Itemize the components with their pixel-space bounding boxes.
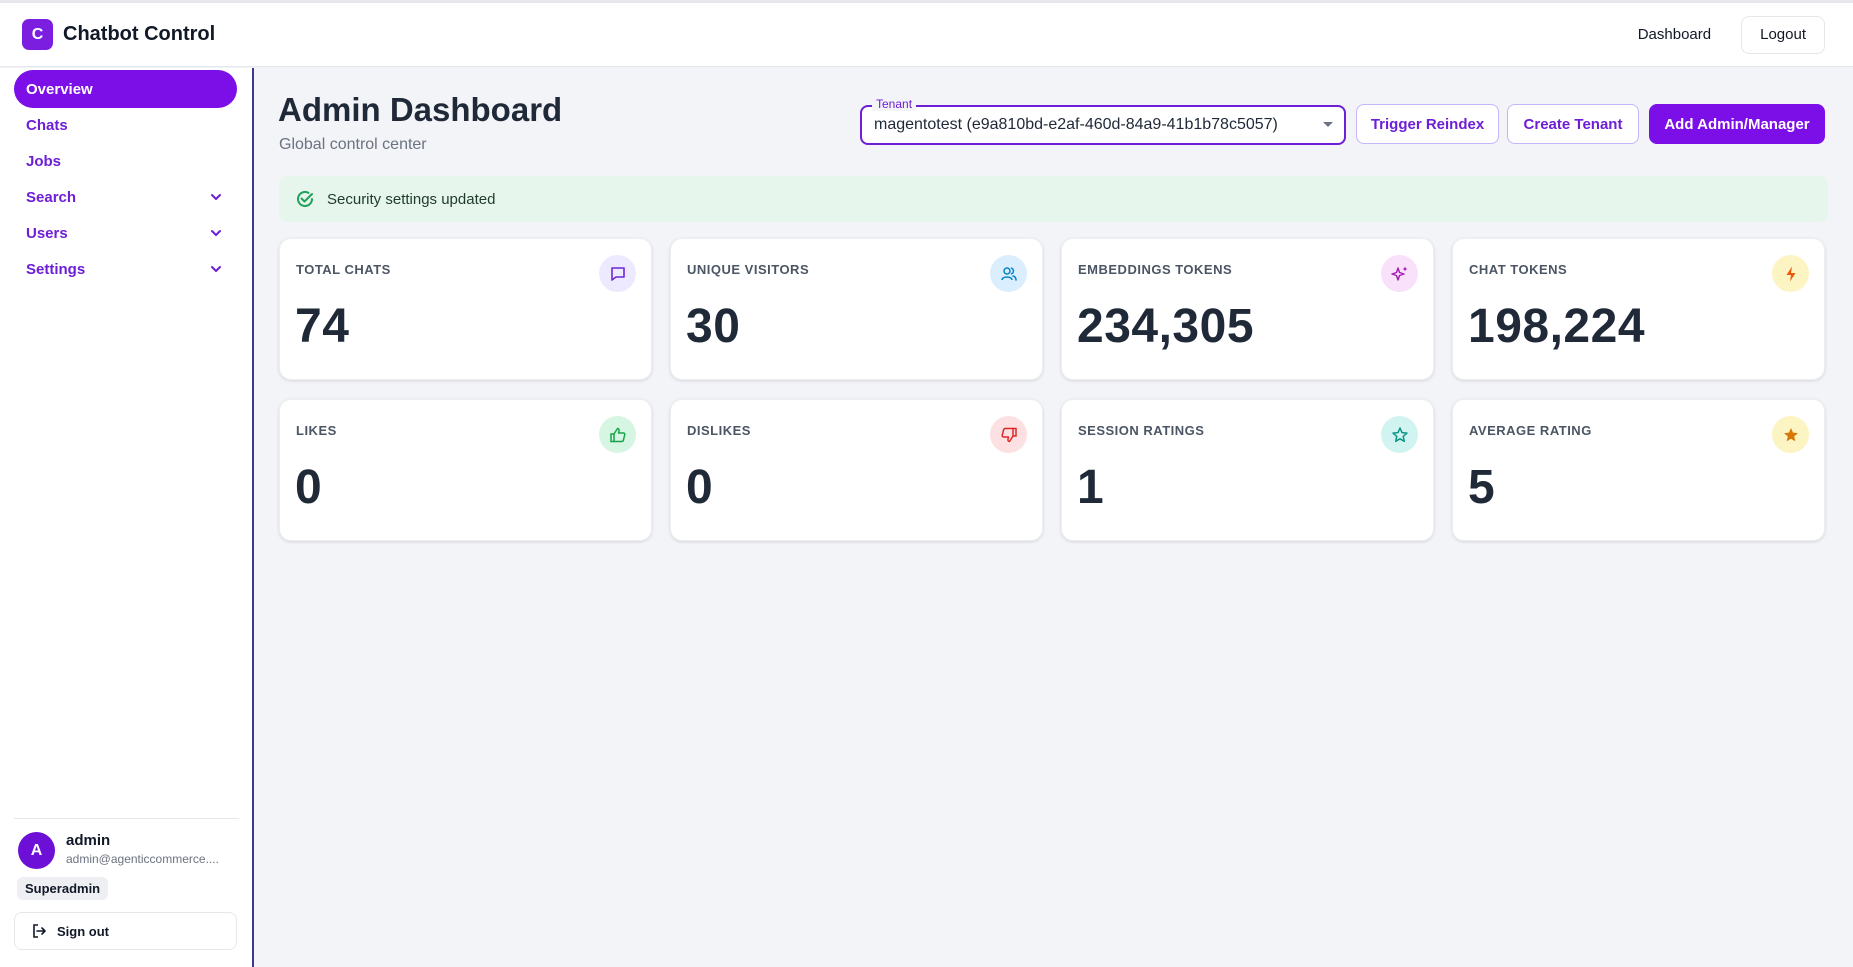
stat-card-session-ratings: SESSION RATINGS 1 [1061, 399, 1434, 541]
sign-out-label: Sign out [57, 923, 109, 939]
alert-text: Security settings updated [327, 190, 496, 208]
sidebar-item-label: Settings [26, 260, 86, 278]
sidebar: Overview Chats Jobs Search Users Setting… [0, 68, 254, 967]
chat-icon [599, 255, 636, 292]
brand-logo: C [22, 19, 53, 50]
top-bar: C Chatbot Control Dashboard Logout [0, 3, 1853, 67]
stat-card-total-chats: TOTAL CHATS 74 [279, 238, 652, 380]
chevron-down-icon [211, 194, 221, 200]
sidebar-item-label: Jobs [26, 152, 62, 170]
add-admin-button[interactable]: Add Admin/Manager [1649, 104, 1825, 144]
sign-out-icon [33, 924, 46, 938]
sidebar-item-overview[interactable]: Overview [14, 70, 237, 108]
stat-label: EMBEDDINGS TOKENS [1078, 262, 1233, 277]
bolt-icon [1772, 255, 1809, 292]
user-profile: A admin admin@agenticcommerce.... Supera… [14, 818, 239, 950]
stat-card-unique-visitors: UNIQUE VISITORS 30 [670, 238, 1043, 380]
sidebar-item-label: Overview [26, 80, 93, 98]
sidebar-item-label: Chats [26, 116, 68, 134]
page-title: Admin Dashboard [278, 91, 563, 128]
stat-value: 234,305 [1077, 300, 1255, 353]
stat-label: UNIQUE VISITORS [687, 262, 810, 277]
user-email: admin@agenticcommerce.... [66, 852, 219, 866]
tenant-value: magentotest (e9a810bd-e2af-460d-84a9-41b… [874, 116, 1278, 133]
logout-button[interactable]: Logout [1741, 15, 1825, 54]
main-content: Admin Dashboard Global control center Te… [256, 68, 1853, 967]
sidebar-item-label: Search [26, 188, 77, 206]
trigger-reindex-button[interactable]: Trigger Reindex [1356, 104, 1499, 144]
dashboard-link[interactable]: Dashboard [1638, 26, 1711, 43]
create-tenant-button[interactable]: Create Tenant [1507, 104, 1639, 144]
stat-value: 198,224 [1468, 300, 1646, 353]
brand[interactable]: C Chatbot Control [22, 19, 215, 50]
stat-label: AVERAGE RATING [1469, 423, 1592, 438]
users-icon [990, 255, 1027, 292]
top-actions: Dashboard Logout [1638, 15, 1825, 54]
sidebar-item-jobs[interactable]: Jobs [14, 142, 237, 180]
sidebar-item-settings[interactable]: Settings [14, 250, 237, 288]
stat-value: 74 [295, 300, 350, 353]
stat-card-embeddings-tokens: EMBEDDINGS TOKENS 234,305 [1061, 238, 1434, 380]
dropdown-caret-icon [1323, 122, 1333, 127]
thumbs-up-icon [599, 416, 636, 453]
sparkles-icon [1381, 255, 1418, 292]
stat-card-dislikes: DISLIKES 0 [670, 399, 1043, 541]
star-icon [1772, 416, 1809, 453]
stat-label: LIKES [296, 423, 337, 438]
stat-label: DISLIKES [687, 423, 751, 438]
page-subtitle: Global control center [279, 136, 427, 153]
sidebar-item-label: Users [26, 224, 68, 242]
stat-value: 5 [1468, 461, 1496, 514]
role-badge: Superadmin [17, 877, 109, 900]
chevron-down-icon [211, 230, 221, 236]
stat-label: SESSION RATINGS [1078, 423, 1205, 438]
stat-card-average-rating: AVERAGE RATING 5 [1452, 399, 1825, 541]
chevron-down-icon [211, 266, 221, 272]
stat-value: 0 [686, 461, 714, 514]
stat-value: 1 [1077, 461, 1105, 514]
tenant-label: Tenant [872, 97, 917, 111]
stat-card-likes: LIKES 0 [279, 399, 652, 541]
stat-label: TOTAL CHATS [296, 262, 391, 277]
sign-out-button[interactable]: Sign out [14, 912, 237, 950]
check-circle-icon [297, 190, 313, 207]
sidebar-item-search[interactable]: Search [14, 178, 237, 216]
avatar: A [18, 832, 55, 869]
stat-card-chat-tokens: CHAT TOKENS 198,224 [1452, 238, 1825, 380]
stat-value: 0 [295, 461, 323, 514]
star-outline-icon [1381, 416, 1418, 453]
thumbs-down-icon [990, 416, 1027, 453]
tenant-select[interactable]: Tenant magentotest (e9a810bd-e2af-460d-8… [860, 97, 1346, 145]
sidebar-item-users[interactable]: Users [14, 214, 237, 252]
user-name: admin [66, 832, 111, 849]
app-title: Chatbot Control [63, 23, 216, 45]
success-alert: Security settings updated [279, 176, 1828, 222]
stat-value: 30 [686, 300, 741, 353]
sidebar-item-chats[interactable]: Chats [14, 106, 237, 144]
stat-label: CHAT TOKENS [1469, 262, 1568, 277]
